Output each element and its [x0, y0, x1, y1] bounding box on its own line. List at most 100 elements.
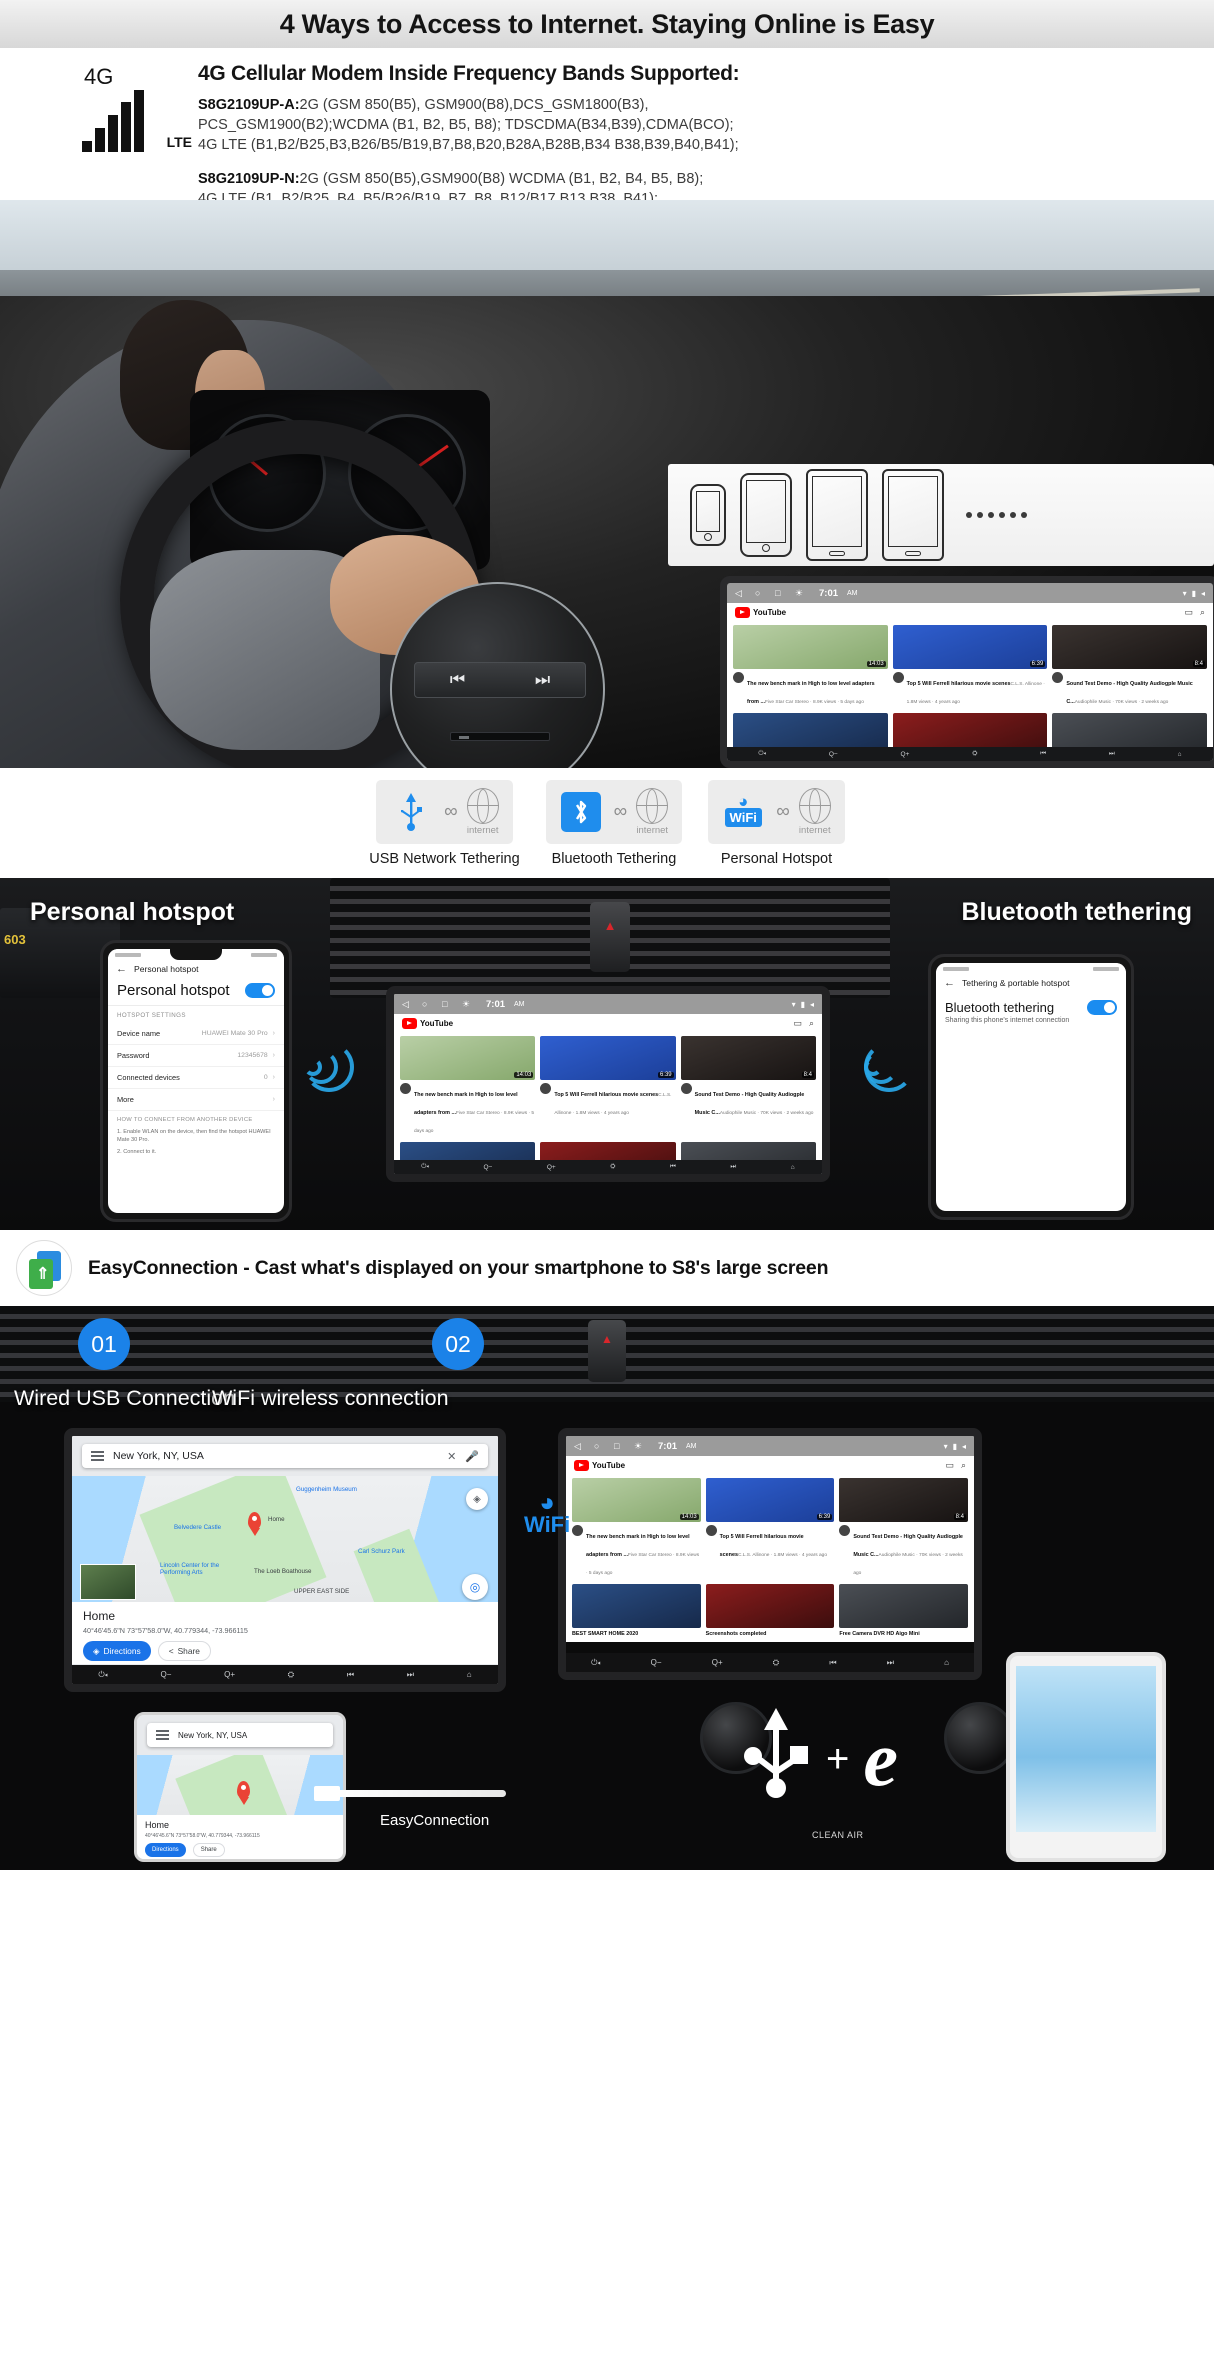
recents-icon[interactable]: □	[614, 1441, 625, 1452]
share-button[interactable]: Share	[192, 1843, 225, 1857]
back-arrow-icon[interactable]: ←	[116, 963, 127, 975]
connected-tablet[interactable]	[1006, 1652, 1166, 1862]
cast-icon[interactable]: ▭	[793, 1018, 802, 1029]
brightness-icon[interactable]: ☀	[634, 1441, 645, 1452]
hard-key[interactable]: ⛭	[972, 750, 977, 758]
maps-search-bar[interactable]: New York, NY, USA ✕ 🎤	[82, 1444, 488, 1468]
previous-track-icon[interactable]: ⏮	[450, 670, 465, 690]
home-icon[interactable]: ○	[594, 1441, 605, 1452]
head-unit-hard-keys[interactable]: ⏻◂ Q− Q+ ⛭ ⏮ ⏭ ⌂	[394, 1160, 822, 1174]
head-unit-maps-screen[interactable]: ATOTO New York, NY, USA ✕🎤 ◈ ◎ Home Gugg…	[64, 1428, 506, 1692]
brightness-icon[interactable]: ☀	[795, 588, 806, 599]
video-card[interactable]: 6:39 Top 5 Will Ferrell hilarious movie …	[540, 1036, 676, 1137]
hazard-light-button[interactable]	[590, 902, 630, 972]
back-icon[interactable]: ◁	[735, 588, 746, 599]
head-unit-hard-keys[interactable]: ⏻◂ Q− Q+ ⛭ ⏮ ⏭ ⌂	[566, 1653, 974, 1672]
hard-key[interactable]: Q−	[161, 1670, 172, 1679]
hard-key[interactable]: ⌂	[791, 1164, 795, 1171]
recents-icon[interactable]: □	[775, 588, 786, 599]
head-unit-youtube-screen[interactable]: ATOTO ◁ ○ □ ☀ 7:01 AM ▾▮◂ YouTube ▭⌕ 14:…	[558, 1428, 982, 1680]
hazard-light-button[interactable]	[588, 1320, 626, 1382]
hard-key[interactable]: Q+	[901, 751, 910, 758]
setting-row-more[interactable]: More ›	[108, 1089, 284, 1111]
video-card[interactable]: 8:4 Sound Test Demo - High Quality Audio…	[839, 1478, 968, 1579]
hard-key[interactable]: Q+	[547, 1164, 556, 1171]
head-unit-screen[interactable]: ATOTO ◁ ○ □ ☀ 7:01 AM ▾ ▮ ◂ YouTube ▭⌕	[720, 576, 1214, 768]
hard-key[interactable]: ⏻◂	[758, 750, 766, 758]
home-icon[interactable]: ○	[422, 999, 433, 1010]
hard-key[interactable]: ⛭	[773, 1658, 779, 1668]
head-unit-hard-keys[interactable]: ⏻◂ Q− Q+ ⛭ ⏮ ⏭ ⌂	[72, 1665, 498, 1684]
hard-key[interactable]: ⏻◂	[591, 1658, 600, 1668]
directions-button[interactable]: Directions	[145, 1843, 186, 1857]
video-card[interactable]: 14:03 The new bench mark in High to low …	[572, 1478, 701, 1579]
hard-key[interactable]: ⏭	[1109, 750, 1115, 758]
menu-icon[interactable]	[91, 1449, 104, 1463]
hard-key[interactable]: ⏮	[829, 1658, 836, 1668]
video-card[interactable]: 14:03 The new bench mark in High to low …	[733, 625, 888, 708]
hard-key[interactable]: Q−	[483, 1164, 492, 1171]
video-card[interactable]: Free Camera DVR HD Aigo Mini	[839, 1584, 968, 1638]
video-card[interactable]: 14:03 The new bench mark in High to low …	[400, 1036, 536, 1137]
youtube-actions[interactable]: ▭ ⌕	[1184, 607, 1205, 618]
hard-key[interactable]: ⌂	[944, 1658, 949, 1667]
setting-row-connected-devices[interactable]: Connected devices 0 ›	[108, 1067, 284, 1089]
sim-card-slot[interactable]	[450, 732, 550, 741]
hard-key[interactable]: ⏭	[887, 1658, 894, 1668]
google-maps-app-mirror[interactable]: New York, NY, USA Home 40°46'45.6"N 73°5…	[137, 1715, 343, 1859]
cast-icon[interactable]: ▭	[945, 1460, 954, 1471]
hard-key[interactable]: ⛭	[610, 1163, 615, 1171]
hard-key[interactable]: ⏭	[407, 1670, 414, 1680]
hard-key[interactable]: Q−	[651, 1658, 662, 1667]
media-control-bar[interactable]: ⏮ ⏭	[414, 662, 586, 698]
head-unit-screen-center[interactable]: ATOTO ◁ ○ □ ☀ 7:01 AM ▾▮◂ YouTube ▭⌕ 14:…	[386, 986, 830, 1182]
map-layers-icon[interactable]: ◈	[466, 1488, 488, 1510]
cast-icon[interactable]: ▭	[1184, 607, 1193, 618]
setting-row-password[interactable]: Password 12345678 ›	[108, 1045, 284, 1067]
next-track-icon[interactable]: ⏭	[535, 670, 550, 690]
hard-key[interactable]: ⏮	[1040, 750, 1046, 758]
home-icon[interactable]: ○	[755, 588, 766, 599]
hard-key[interactable]: ⛭	[288, 1670, 294, 1680]
video-card[interactable]: 8:4 Sound Test Demo - High Quality Audio…	[1052, 625, 1207, 708]
video-card[interactable]: Screenshots completed	[705, 1584, 835, 1638]
menu-icon[interactable]	[156, 1728, 169, 1742]
brightness-icon[interactable]: ☀	[462, 999, 473, 1010]
map-pin-home[interactable]	[248, 1512, 261, 1536]
hard-key[interactable]: ⏻◂	[98, 1670, 107, 1680]
bluetooth-tethering-toggle[interactable]	[1087, 1000, 1117, 1015]
directions-button[interactable]: ◈ Directions	[83, 1641, 151, 1661]
bluetooth-tethering-phone[interactable]: ← Tethering & portable hotspot Bluetooth…	[928, 954, 1134, 1220]
video-card[interactable]: 6:39 Top 5 Will Ferrell hilarious movie …	[705, 1478, 835, 1579]
map-canvas[interactable]: ◈ ◎ Home Guggenheim Museum Belvedere Cas…	[72, 1476, 498, 1606]
search-icon[interactable]: ⌕	[809, 1018, 814, 1029]
maps-search-bar[interactable]: New York, NY, USA	[147, 1723, 333, 1747]
recents-icon[interactable]: □	[442, 999, 453, 1010]
microphone-icon[interactable]: 🎤	[465, 1450, 479, 1463]
map-pin-home[interactable]	[237, 1781, 250, 1805]
hard-key[interactable]: Q+	[712, 1658, 723, 1667]
hard-key[interactable]: ⏻◂	[421, 1163, 429, 1171]
search-icon[interactable]: ⌕	[1200, 607, 1205, 618]
street-view-thumbnail[interactable]	[80, 1564, 136, 1600]
back-arrow-icon[interactable]: ←	[944, 977, 955, 989]
video-card[interactable]: 6:39 Top 5 Will Ferrell hilarious movie …	[892, 625, 1048, 708]
hard-key[interactable]: Q+	[224, 1670, 235, 1679]
hotspot-phone[interactable]: ← Personal hotspot Personal hotspot HOTS…	[100, 940, 292, 1222]
setting-row-device-name[interactable]: Device name HUAWEI Mate 30 Pro ›	[108, 1023, 284, 1045]
search-icon[interactable]: ⌕	[961, 1460, 966, 1471]
hard-key[interactable]: ⏮	[670, 1163, 676, 1171]
map-canvas[interactable]	[137, 1755, 343, 1815]
back-icon[interactable]: ◁	[402, 999, 413, 1010]
video-card[interactable]: BEST SMART HOME 2020	[572, 1584, 701, 1638]
google-maps-app[interactable]: New York, NY, USA ✕ 🎤 ◈ ◎ Home Guggenheim…	[72, 1436, 498, 1684]
hotspot-toggle[interactable]	[245, 983, 275, 998]
hard-key[interactable]: Q−	[829, 751, 838, 758]
hard-key[interactable]: ⏮	[347, 1670, 354, 1680]
share-button[interactable]: < Share	[157, 1641, 211, 1661]
my-location-icon[interactable]: ◎	[462, 1574, 488, 1600]
back-icon[interactable]: ◁	[574, 1441, 585, 1452]
clear-icon[interactable]: ✕	[447, 1450, 456, 1463]
hard-key[interactable]: ⌂	[1178, 751, 1182, 758]
video-card[interactable]: 8:4 Sound Test Demo - High Quality Audio…	[680, 1036, 816, 1137]
